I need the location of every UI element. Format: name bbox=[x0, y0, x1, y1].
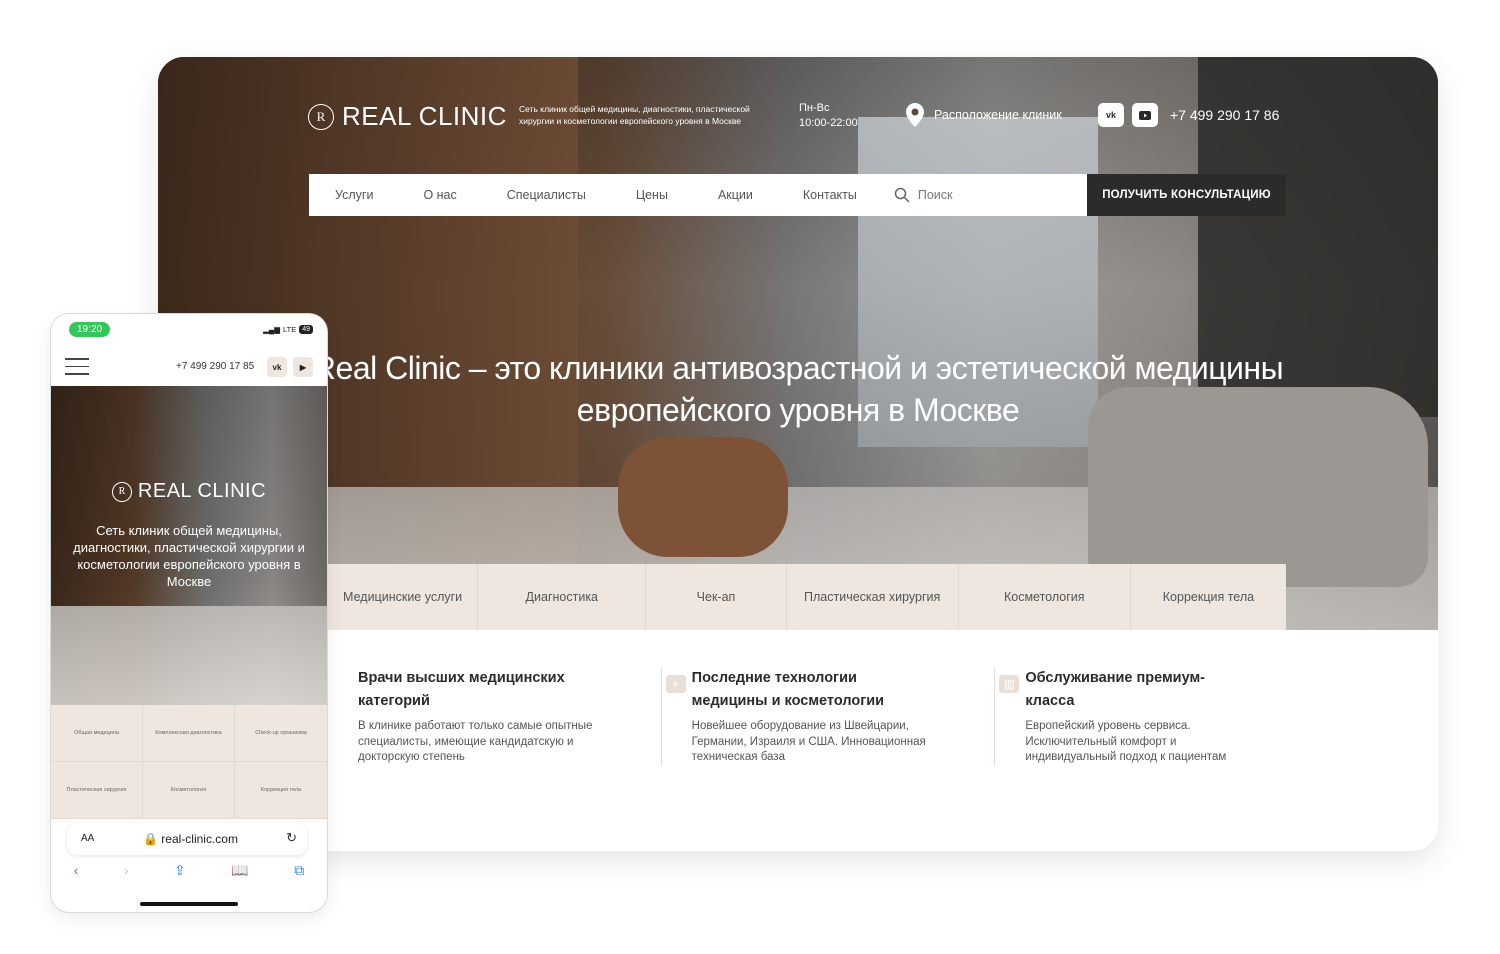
forward-icon[interactable]: › bbox=[124, 862, 129, 882]
location-label: Расположение клиник bbox=[934, 108, 1062, 122]
mobile-hero: R REAL CLINIC Сеть клиник общей медицины… bbox=[51, 386, 327, 705]
feature-technologies: + Последние технологии медицины и космет… bbox=[660, 667, 995, 766]
status-bar: 19:20 ▂▄▆ LTE 49 bbox=[51, 314, 327, 346]
mobile-category[interactable]: Пластическая хирургия bbox=[51, 762, 143, 819]
search-placeholder: Поиск bbox=[917, 188, 953, 202]
category-cosmetology[interactable]: Косметология bbox=[958, 564, 1131, 630]
vk-icon[interactable]: vk bbox=[267, 357, 287, 377]
signal-icon: ▂▄▆ bbox=[263, 325, 280, 334]
vk-icon[interactable]: vk bbox=[1098, 103, 1124, 127]
hero-headline: Real Clinic – это клиники антивозрастной… bbox=[312, 350, 1284, 428]
search-icon bbox=[894, 187, 910, 203]
desktop-screenshot: R REAL CLINIC Сеть клиник общей медицины… bbox=[158, 57, 1438, 851]
youtube-icon[interactable] bbox=[1132, 103, 1158, 127]
share-icon[interactable]: ⇪ bbox=[174, 862, 186, 882]
mobile-category[interactable]: Косметология bbox=[143, 762, 235, 819]
youtube-play-glyph bbox=[1139, 110, 1151, 120]
mobile-categories-grid: Общая медицина Комплексная диагностика C… bbox=[51, 705, 327, 819]
network-type: LTE bbox=[283, 325, 297, 334]
status-time: 19:20 bbox=[69, 322, 111, 337]
main-navigation: Услуги О нас Специалисты Цены Акции Конт… bbox=[309, 174, 1087, 216]
nav-item-promotions[interactable]: Акции bbox=[693, 188, 778, 202]
opening-hours: Пн-Вс 10:00-22:00 bbox=[799, 101, 858, 131]
mobile-hero-floor bbox=[51, 606, 327, 705]
nav-item-specialists[interactable]: Специалисты bbox=[482, 188, 611, 202]
building-icon: ▥ bbox=[999, 675, 1020, 693]
service-categories: Медицинские услуги Диагностика Чек-ап Пл… bbox=[328, 564, 1287, 630]
mobile-tagline: Сеть клиник общей медицины, диагностики,… bbox=[73, 523, 305, 589]
get-consultation-button[interactable]: ПОЛУЧИТЬ КОНСУЛЬТАЦИЮ bbox=[1087, 174, 1286, 216]
mobile-screenshot: 19:20 ▂▄▆ LTE 49 +7 499 290 17 85 vk ▶ R… bbox=[51, 314, 327, 912]
feature-doctors: Врачи высших медицинских категорий В кли… bbox=[328, 667, 661, 766]
mobile-header: +7 499 290 17 85 vk ▶ bbox=[51, 352, 327, 386]
mobile-category[interactable]: Комплексная диагностика bbox=[143, 705, 235, 762]
map-pin-icon bbox=[906, 103, 924, 127]
bookmarks-icon[interactable]: 📖 bbox=[231, 862, 248, 882]
category-body-correction[interactable]: Коррекция тела bbox=[1130, 564, 1287, 630]
mobile-phone[interactable]: +7 499 290 17 85 bbox=[176, 361, 254, 372]
feature-text: В клинике работают только самые опытные … bbox=[358, 720, 593, 763]
social-links: vk bbox=[1098, 103, 1158, 127]
opening-time: 10:00-22:00 bbox=[799, 117, 858, 129]
search-field[interactable]: Поиск bbox=[894, 187, 953, 203]
opening-days: Пн-Вс bbox=[799, 102, 830, 114]
mobile-category[interactable]: Check-up организма bbox=[235, 705, 327, 762]
category-diagnostics[interactable]: Диагностика bbox=[478, 564, 647, 630]
hero-section: R REAL CLINIC Сеть клиник общей медицины… bbox=[158, 57, 1438, 630]
mobile-category[interactable]: Коррекция тела bbox=[235, 762, 327, 819]
nav-item-contacts[interactable]: Контакты bbox=[778, 188, 882, 202]
feature-title: Обслуживание премиум-класса bbox=[1025, 670, 1206, 709]
category-medical-services[interactable]: Медицинские услуги bbox=[328, 564, 479, 630]
reload-icon[interactable]: ↻ bbox=[286, 830, 297, 846]
browser-toolbar: ‹ › ⇪ 📖 ⧉ bbox=[51, 862, 327, 882]
tabs-icon[interactable]: ⧉ bbox=[294, 862, 304, 882]
youtube-icon[interactable]: ▶ bbox=[293, 357, 313, 377]
nav-item-services[interactable]: Услуги bbox=[309, 188, 398, 202]
browser-address-bar[interactable]: AA 🔒 real-clinic.com ↻ bbox=[67, 823, 307, 855]
feature-text: Новейшее оборудование из Швейцарии, Герм… bbox=[691, 720, 926, 763]
category-checkup[interactable]: Чек-ап bbox=[646, 564, 787, 630]
reader-aa-button[interactable]: AA bbox=[81, 833, 94, 844]
category-plastic-surgery[interactable]: Пластическая хирургия bbox=[786, 564, 959, 630]
nav-item-prices[interactable]: Цены bbox=[611, 188, 693, 202]
features-row: Врачи высших медицинских категорий В кли… bbox=[328, 667, 1328, 766]
battery-icon: 49 bbox=[299, 325, 313, 334]
back-icon[interactable]: ‹ bbox=[74, 862, 79, 882]
logo-mark-icon: R bbox=[111, 481, 132, 502]
feature-title: Последние технологии медицины и косметол… bbox=[691, 670, 885, 709]
mobile-category[interactable]: Общая медицина bbox=[51, 705, 143, 762]
header-phone[interactable]: +7 499 290 17 86 bbox=[1170, 107, 1279, 123]
menu-icon[interactable] bbox=[65, 358, 89, 376]
medical-bag-icon: + bbox=[665, 675, 686, 693]
logo-mark-icon: R bbox=[308, 103, 334, 130]
nav-item-about[interactable]: О нас bbox=[398, 188, 481, 202]
feature-premium: ▥ Обслуживание премиум-класса Европейски… bbox=[994, 667, 1328, 766]
site-logo[interactable]: R REAL CLINIC bbox=[308, 101, 507, 132]
url-domain: real-clinic.com bbox=[161, 832, 238, 846]
clinic-locations-link[interactable]: Расположение клиник bbox=[906, 103, 1062, 127]
logo-text: REAL CLINIC bbox=[342, 101, 507, 131]
home-indicator bbox=[140, 902, 238, 906]
header-tagline: Сеть клиник общей медицины, диагностики,… bbox=[519, 104, 750, 126]
hero-armchair bbox=[618, 437, 788, 557]
feature-title: Врачи высших медицинских категорий bbox=[358, 670, 565, 709]
status-indicators: ▂▄▆ LTE 49 bbox=[263, 325, 313, 334]
url-text: 🔒 real-clinic.com bbox=[143, 832, 238, 846]
feature-text: Европейский уровень сервиса. Исключитель… bbox=[1025, 720, 1227, 763]
mobile-logo: R REAL CLINIC bbox=[51, 480, 327, 503]
logo-text: REAL CLINIC bbox=[137, 480, 267, 502]
